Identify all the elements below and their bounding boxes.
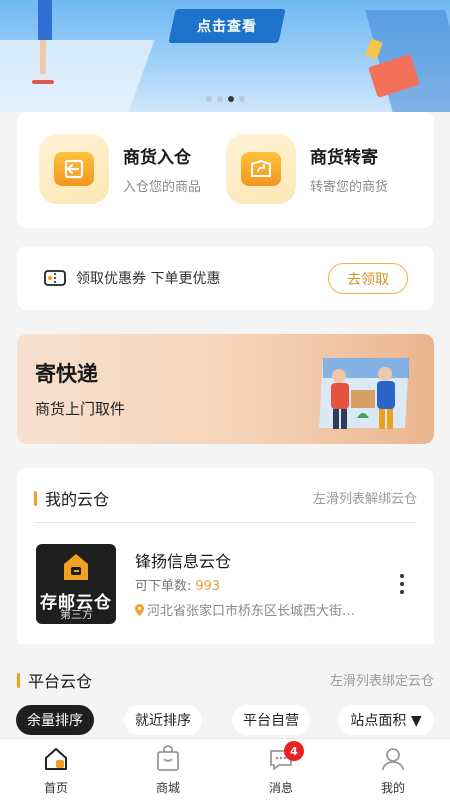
courier-illustration — [319, 358, 409, 429]
claim-coupon-button[interactable]: 去领取 — [328, 263, 408, 294]
filter-self-operated[interactable]: 平台自营 — [232, 705, 310, 735]
ticket-icon — [44, 270, 66, 286]
filter-site-area[interactable]: 站点面积 ▼ — [338, 705, 434, 735]
entry-subtitle: 转寄您的商货 — [310, 180, 389, 195]
more-options-icon[interactable] — [399, 574, 405, 594]
tab-home[interactable]: 首页 — [26, 745, 86, 796]
profile-icon — [382, 748, 404, 771]
tab-label: 消息 — [268, 781, 293, 795]
express-title: 寄快递 — [35, 362, 98, 386]
tab-label: 商城 — [155, 781, 180, 795]
entry-subtitle: 入仓您的商品 — [123, 180, 202, 195]
service-entries-card: 商货入仓 入仓您的商品 商货转寄 转寄您的商货 — [17, 112, 434, 228]
orders-value: 993 — [195, 579, 221, 594]
orders-label: 可下单数: — [135, 579, 192, 594]
mall-icon — [157, 745, 179, 771]
section-header: 我的云仓 — [34, 486, 109, 510]
section-accent-bar — [17, 672, 20, 688]
entry-title: 商货入仓 — [123, 148, 191, 168]
warehouse-logo-subtext: 第三方 — [60, 608, 93, 621]
warehouse-name[interactable]: 锋扬信息云仓 — [135, 548, 231, 572]
banner-dot — [239, 96, 245, 102]
entry-forward[interactable]: 商货转寄 转寄您的商货 — [226, 134, 388, 204]
tab-label: 我的 — [380, 781, 405, 795]
section-title: 我的云仓 — [45, 490, 110, 509]
my-cloud-section: 我的云仓 左滑列表解绑云仓 存邮云仓 第三方 锋扬信息云仓 可下单数: 993 河… — [17, 468, 434, 644]
banner-person-illustration — [32, 0, 54, 84]
coupon-banner[interactable]: 领取优惠券 下单更优惠 去领取 — [17, 246, 434, 310]
inbound-icon — [39, 134, 109, 204]
forward-icon — [226, 134, 296, 204]
section-title: 平台云仓 — [28, 672, 93, 691]
section-hint: 左滑列表绑定云仓 — [329, 674, 434, 689]
home-icon — [45, 748, 67, 770]
filter-chips: 余量排序 就近排序 平台自营 站点面积 ▼ — [16, 705, 436, 737]
tab-mall[interactable]: 商城 — [138, 745, 198, 796]
warehouse-logo: 存邮云仓 第三方 — [36, 544, 116, 624]
unread-badge: 4 — [284, 741, 304, 761]
express-delivery-card[interactable]: 寄快递 商货上门取件 — [17, 334, 434, 444]
section-hint: 左滑列表解绑云仓 — [312, 492, 417, 507]
house-icon — [64, 554, 88, 580]
banner-dot-active — [228, 96, 234, 102]
banner-dot — [206, 96, 212, 102]
warehouse-address: 河北省张家口市桥东区长城西大街… — [135, 600, 375, 619]
banner-dot — [217, 96, 223, 102]
entry-inbound[interactable]: 商货入仓 入仓您的商品 — [39, 134, 201, 204]
express-subtitle: 商货上门取件 — [35, 400, 126, 418]
divider — [34, 522, 417, 523]
coupon-text: 领取优惠券 下单更优惠 — [76, 271, 221, 287]
entry-title: 商货转寄 — [310, 148, 378, 168]
filter-remaining-sort[interactable]: 余量排序 — [16, 705, 94, 735]
section-accent-bar — [34, 490, 37, 506]
filter-nearby-sort[interactable]: 就近排序 — [124, 705, 202, 735]
platform-section-header: 平台云仓 — [17, 668, 92, 692]
address-text: 河北省张家口市桥东区长城西大街… — [147, 604, 356, 619]
promo-banner[interactable]: 点击查看 — [0, 0, 450, 112]
banner-view-button[interactable]: 点击查看 — [168, 9, 286, 43]
banner-pagination — [206, 96, 245, 102]
tab-messages[interactable]: 4 消息 — [251, 741, 311, 796]
warehouse-orders: 可下单数: 993 — [135, 575, 220, 594]
tab-label: 首页 — [43, 781, 68, 795]
bottom-tab-bar: 首页 商城 4 消息 我的 — [0, 738, 450, 800]
tab-profile[interactable]: 我的 — [363, 745, 423, 796]
location-pin-icon — [135, 603, 144, 616]
